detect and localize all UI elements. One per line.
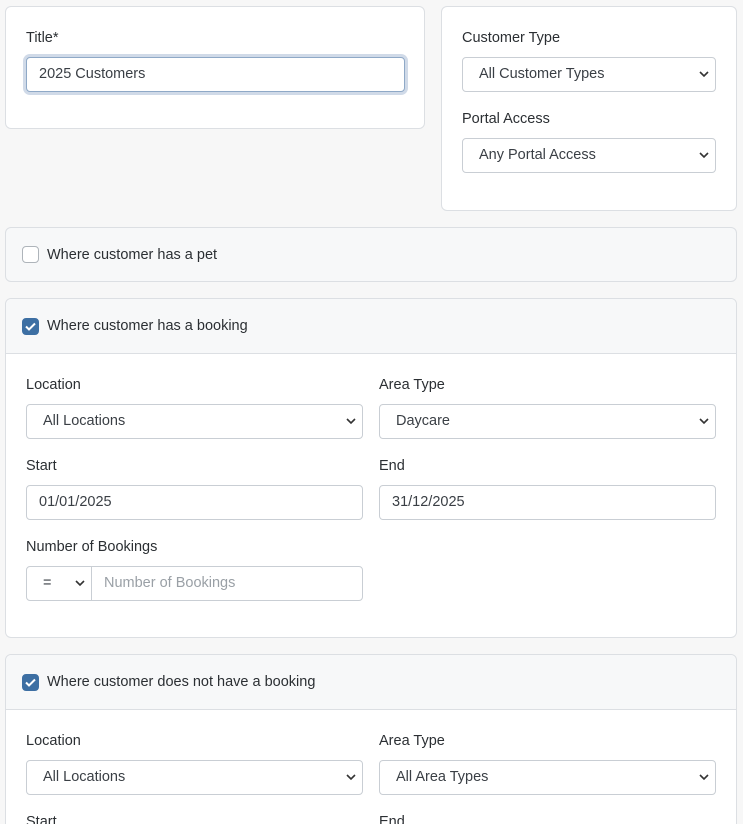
- no-booking-start-label: Start: [26, 814, 57, 824]
- chevron-down-icon: [699, 71, 709, 78]
- no-booking-location-select[interactable]: All Locations: [26, 760, 363, 795]
- pet-section-label: Where customer has a pet: [47, 247, 218, 263]
- no-booking-area-type-label: Area Type: [379, 733, 445, 749]
- chevron-down-icon: [346, 774, 356, 781]
- portal-access-value: Any Portal Access: [479, 147, 596, 163]
- num-bookings-operator-select[interactable]: =: [26, 566, 92, 601]
- portal-access-select[interactable]: Any Portal Access: [462, 138, 716, 173]
- check-icon: [25, 678, 36, 687]
- num-bookings-label: Number of Bookings: [26, 539, 158, 555]
- num-bookings-placeholder: Number of Bookings: [104, 575, 236, 591]
- chevron-down-icon: [346, 418, 356, 425]
- title-label: Title*: [26, 30, 59, 46]
- customer-type-label: Customer Type: [462, 30, 561, 46]
- booking-start-label: Start: [26, 458, 57, 474]
- customer-type-value: All Customer Types: [479, 66, 605, 82]
- no-booking-checkbox[interactable]: [22, 674, 39, 691]
- check-icon: [25, 322, 36, 331]
- no-booking-section-label: Where customer does not have a booking: [47, 674, 316, 690]
- booking-section-label: Where customer has a booking: [47, 318, 248, 334]
- booking-area-type-label: Area Type: [379, 377, 445, 393]
- no-booking-area-type-select[interactable]: All Area Types: [379, 760, 716, 795]
- title-input[interactable]: 2025 Customers: [26, 57, 405, 92]
- booking-end-label: End: [379, 458, 405, 474]
- booking-start-input[interactable]: 01/01/2025: [26, 485, 363, 520]
- booking-area-type-value: Daycare: [396, 413, 450, 429]
- booking-location-value: All Locations: [43, 413, 126, 429]
- customer-type-select[interactable]: All Customer Types: [462, 57, 716, 92]
- num-bookings-operator-value: =: [43, 575, 52, 591]
- no-booking-area-type-value: All Area Types: [396, 769, 489, 785]
- chevron-down-icon: [699, 418, 709, 425]
- no-booking-location-value: All Locations: [43, 769, 126, 785]
- booking-location-label: Location: [26, 377, 81, 393]
- no-booking-location-label: Location: [26, 733, 81, 749]
- no-booking-end-label: End: [379, 814, 405, 824]
- no-booking-section: Where customer does not have a booking L…: [5, 654, 737, 824]
- booking-checkbox[interactable]: [22, 318, 39, 335]
- no-booking-section-header: Where customer does not have a booking: [6, 655, 736, 710]
- title-card: Title* 2025 Customers: [5, 6, 425, 129]
- portal-access-label: Portal Access: [462, 111, 550, 127]
- booking-end-input[interactable]: 31/12/2025: [379, 485, 716, 520]
- num-bookings-input[interactable]: Number of Bookings: [91, 566, 363, 601]
- customer-filters-card: Customer Type All Customer Types Portal …: [441, 6, 737, 211]
- booking-section-header: Where customer has a booking: [6, 299, 736, 354]
- booking-area-type-select[interactable]: Daycare: [379, 404, 716, 439]
- booking-location-select[interactable]: All Locations: [26, 404, 363, 439]
- chevron-down-icon: [699, 774, 709, 781]
- chevron-down-icon: [699, 152, 709, 159]
- pet-section: Where customer has a pet: [5, 227, 737, 282]
- booking-section: Where customer has a booking Location Al…: [5, 298, 737, 638]
- pet-checkbox[interactable]: [22, 246, 39, 263]
- chevron-down-icon: [75, 580, 85, 587]
